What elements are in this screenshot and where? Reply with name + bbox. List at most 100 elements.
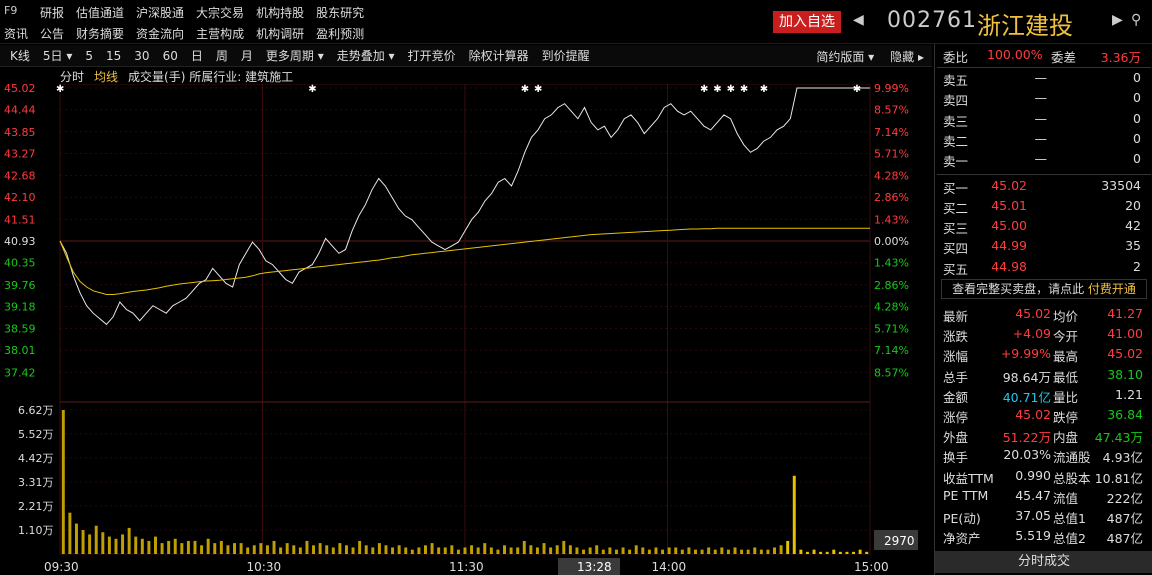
bid-label: 买一 xyxy=(943,180,969,196)
tab-intraday[interactable]: 分时 xyxy=(60,68,84,85)
stat-row: 涨幅 +9.99% 最高 45.02 xyxy=(941,346,1149,366)
menu-item[interactable]: 机构调研 xyxy=(256,25,304,42)
stat-row: 净资产 5.519 总值2 487亿 xyxy=(941,528,1149,548)
toolbar-item[interactable]: 5 xyxy=(85,49,93,63)
limit-marker: ✱ xyxy=(56,84,64,95)
price-tick-label: 37.42 xyxy=(4,366,36,379)
limit-marker: ✱ xyxy=(740,84,748,95)
full-book-link[interactable]: 查看完整买卖盘，请点此 付费开通 xyxy=(941,279,1147,299)
stat-label: PE(动) xyxy=(943,511,981,526)
price-tick-label: 41.51 xyxy=(4,213,36,226)
stat-value: 40.71亿 xyxy=(1002,389,1051,405)
stat-row: 总手 98.64万 最低 38.10 xyxy=(941,367,1149,387)
stat-label: 换手 xyxy=(943,450,969,466)
weibi-row: 委比 100.00% 委差 3.36万 xyxy=(941,47,1147,67)
stat-value: 41.27 xyxy=(1107,306,1143,321)
stat-label: 总手 xyxy=(943,369,969,385)
time-tick-label: 11:30 xyxy=(449,560,484,574)
stat-row: 金额 40.71亿 量比 1.21 xyxy=(941,387,1149,407)
ask-row: 卖四 — 0 xyxy=(941,90,1147,110)
menu-item[interactable]: 盈利预测 xyxy=(316,25,364,42)
toolbar-item[interactable]: 60 xyxy=(163,49,178,63)
toolbar-item[interactable]: 周 xyxy=(216,47,228,64)
next-stock-icon[interactable]: ▶ xyxy=(1112,12,1123,28)
bid-row: 买三 45.00 42 xyxy=(941,218,1147,238)
toolbar-item[interactable]: 月 xyxy=(241,47,253,64)
weibi-label: 委比 xyxy=(943,50,969,65)
ask-label: 卖三 xyxy=(943,113,969,129)
ask-row: 卖一 — 0 xyxy=(941,151,1147,171)
menu-item[interactable]: 沪深股通 xyxy=(136,4,184,21)
stat-value: 47.43万 xyxy=(1094,430,1143,446)
ask-price: — xyxy=(1034,90,1048,106)
add-watchlist-button[interactable]: 加入自选 xyxy=(773,11,841,33)
stat-value: 10.81亿 xyxy=(1094,470,1143,486)
toolbar-right: 简约版面 ▾ 隐藏 ▸ xyxy=(816,48,924,65)
menu-item[interactable]: 资金流向 xyxy=(136,25,184,42)
full-book-paywall[interactable]: 付费开通 xyxy=(1088,282,1136,296)
price-tick-label: 38.01 xyxy=(4,344,36,357)
stat-row: 收益TTM 0.990 总股本 10.81亿 xyxy=(941,468,1149,488)
time-tick-label: 14:00 xyxy=(652,560,687,574)
menu-item[interactable]: 股东研究 xyxy=(316,4,364,21)
toolbar-item[interactable]: 15 xyxy=(106,49,121,63)
price-tick-label: 44.44 xyxy=(4,104,36,117)
stat-value: 20.03% xyxy=(1003,447,1051,463)
bid-label: 买二 xyxy=(943,200,969,216)
ask-label: 卖二 xyxy=(943,133,969,149)
menu-item[interactable]: 财务摘要 xyxy=(76,25,124,42)
menu-item[interactable]: 估值通道 xyxy=(76,4,124,21)
f9-label[interactable]: F9 xyxy=(4,4,17,17)
toolbar-item[interactable]: 打开竞价 xyxy=(408,47,456,64)
stat-row: 换手 20.03% 流通股 4.93亿 xyxy=(941,447,1149,467)
menu-item[interactable]: 资讯 xyxy=(4,25,28,42)
stat-value: 51.22万 xyxy=(1002,430,1051,446)
toolbar-right-item[interactable]: 隐藏 ▸ xyxy=(890,48,924,65)
chart-toolbar: K线 5日 ▾ 5 15 30 60 日周月更多周期 ▾ 走势叠加 ▾ 打开竞价 除权计算器 到价提… xyxy=(0,45,932,67)
search-icon[interactable]: ⚲ xyxy=(1131,12,1141,28)
bid-price: 45.02 xyxy=(991,177,1027,193)
toolbar-item[interactable]: 走势叠加 ▾ xyxy=(337,47,395,64)
menu-item[interactable]: 大宗交易 xyxy=(196,4,244,21)
volume-industry-label: 成交量(手) 所属行业: 建筑施工 xyxy=(128,70,294,84)
toolbar-item[interactable]: 除权计算器 xyxy=(469,47,529,64)
menu-item[interactable]: 主营构成 xyxy=(196,25,244,42)
ask-row: 卖三 — 0 xyxy=(941,111,1147,131)
tab-avg-line[interactable]: 均线 xyxy=(94,68,118,85)
toolbar-item[interactable]: 日 xyxy=(191,47,203,64)
toolbar-item[interactable]: K线 xyxy=(10,47,30,64)
tab-time-sales[interactable]: 分时成交 xyxy=(935,551,1152,573)
bid-price: 44.98 xyxy=(991,258,1027,274)
stat-label: 量比 xyxy=(1053,389,1079,405)
pct-tick-label: 1.43% xyxy=(874,257,909,270)
menu-item[interactable]: 公告 xyxy=(40,25,64,42)
vol-tick-label: 6.62万 xyxy=(18,404,54,417)
toolbar-item[interactable]: 5日 ▾ xyxy=(43,47,72,64)
ask-row: 卖二 — 0 xyxy=(941,131,1147,151)
price-tick-label: 43.85 xyxy=(4,126,36,139)
pct-tick-label: 2.86% xyxy=(874,279,909,292)
limit-marker: ✱ xyxy=(700,84,708,95)
prev-stock-icon[interactable]: ◀ xyxy=(853,12,864,28)
bid-price: 45.01 xyxy=(991,197,1027,213)
ask-volume: 0 xyxy=(1133,151,1141,167)
menu-item[interactable]: 研报 xyxy=(40,4,64,21)
weicha-label: 委差 xyxy=(1051,50,1077,65)
stat-label: 总值2 xyxy=(1053,531,1086,547)
pct-tick-label: 5.71% xyxy=(874,147,909,160)
pct-tick-label: 0.00% xyxy=(874,235,909,248)
vol-readout: 2970 xyxy=(884,534,915,548)
toolbar-right-item[interactable]: 简约版面 ▾ xyxy=(816,48,874,65)
bid-row: 买五 44.98 2 xyxy=(941,259,1147,279)
ask-price: — xyxy=(1034,151,1048,167)
toolbar-item[interactable]: 更多周期 ▾ xyxy=(266,47,324,64)
intraday-chart[interactable]: 45.02 9.99% 44.44 8.57% 43.85 7.14% 43.27 5.71%… xyxy=(0,84,932,575)
stat-label: 内盘 xyxy=(1053,430,1079,446)
vol-tick-label: 4.42万 xyxy=(18,452,54,465)
toolbar-item[interactable]: 到价提醒 xyxy=(542,47,590,64)
menu-item[interactable]: 机构持股 xyxy=(256,4,304,21)
stat-value: +9.99% xyxy=(1000,346,1051,362)
toolbar-item[interactable]: 30 xyxy=(134,49,149,63)
pct-tick-label: 8.57% xyxy=(874,366,909,379)
price-tick-label: 43.27 xyxy=(4,147,36,160)
